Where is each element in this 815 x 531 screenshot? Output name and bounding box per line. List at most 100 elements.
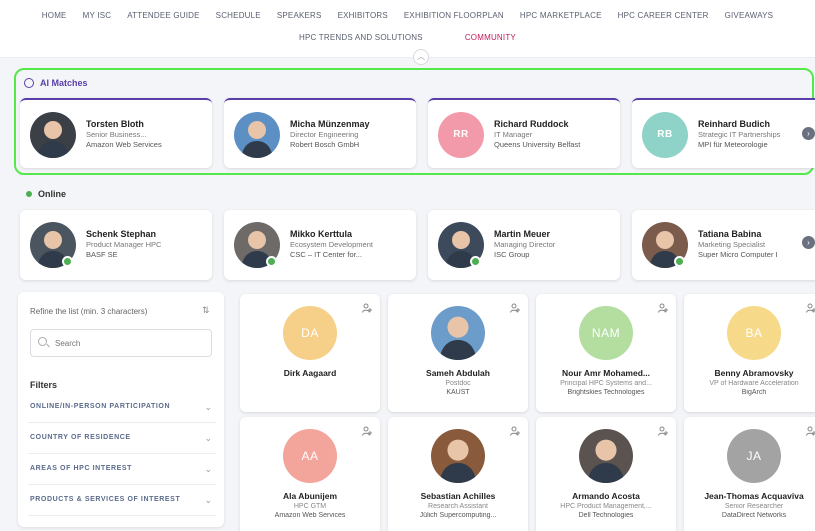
chevron-down-icon: ⌄ <box>204 402 212 412</box>
attendee-role: HPC GTM <box>293 503 327 510</box>
refine-label: Refine the list (min. 3 characters) <box>30 307 148 316</box>
person-role: Strategic IT Partnerships <box>698 130 781 139</box>
person-role: Director Engineering <box>290 130 359 139</box>
collapse-nav-button[interactable]: ︿ <box>413 49 429 65</box>
person-card[interactable]: Martin Meuer Managing Director ISC Group <box>428 210 620 280</box>
person-name: Martin Meuer <box>494 229 551 239</box>
avatar: RB <box>642 112 688 158</box>
avatar: NAM <box>579 306 633 360</box>
nav-item[interactable]: HPC MARKETPLACE <box>512 8 610 24</box>
filter-row[interactable]: AREAS OF HPC INTEREST ⌄ <box>28 455 216 485</box>
person-name: Micha Münzenmay <box>290 119 370 129</box>
nav-item[interactable]: Home <box>34 8 75 24</box>
nav-item[interactable]: HPC CAREER CENTER <box>610 8 717 24</box>
person-organization: CSC – IT Center for... <box>290 250 362 259</box>
person-card[interactable]: Micha Münzenmay Director Engineering Rober… <box>224 98 416 168</box>
filter-panel: Refine the list (min. 3 characters) ⇅ Fi… <box>18 292 224 527</box>
attendee-name: Sebastian Achilles <box>420 491 496 501</box>
nav-item[interactable]: GIVEAWAYS <box>717 8 782 24</box>
attendee-role: Postdoc <box>445 380 471 387</box>
filter-label: COUNTRY OF RESIDENCE <box>30 434 131 441</box>
attendee-role: HPC Product Management,... <box>560 503 652 510</box>
nav-item[interactable]: ATTENDEE GUIDE <box>119 8 207 24</box>
person-role: Ecosystem Development <box>290 240 373 249</box>
attendee-name: Benny Abramovsky <box>714 368 794 378</box>
person-name: Torsten Bloth <box>86 119 144 129</box>
person-role: Product Manager HPC <box>86 240 162 249</box>
person-organization: Queens University Belfast <box>494 140 581 149</box>
top-navigation: Home MY ISC ATTENDEE GUIDE SCHEDULE SPEAKERS… <box>0 0 815 65</box>
filters-heading: Filters <box>30 380 58 390</box>
person-card[interactable]: Tatiana Babina Marketing Specialist Super … <box>632 210 815 280</box>
attendee-name: Armando Acosta <box>572 491 640 501</box>
person-role: Managing Director <box>494 240 556 249</box>
connect-user-icon[interactable] <box>806 300 815 313</box>
person-card[interactable]: RB Reinhard Budich Strategic IT Partnershi… <box>632 98 815 168</box>
avatar <box>30 112 76 158</box>
nav-item[interactable]: EXHIBITORS <box>330 8 396 24</box>
person-organization: BASF SE <box>86 250 118 259</box>
person-card[interactable]: Torsten Bloth Senior Business... Amazon We… <box>20 98 212 168</box>
attendee-card[interactable]: AA Ala Abunijem HPC GTM Amazon Web Services <box>240 417 380 531</box>
nav-item[interactable]: EXHIBITION FLOORPLAN <box>396 8 512 24</box>
online-status-icon <box>674 256 685 267</box>
attendee-name: Jean-Thomas Acquaviva <box>704 491 804 501</box>
person-name: Mikko Kerttula <box>290 229 353 239</box>
connect-user-icon[interactable] <box>362 300 372 313</box>
nav-row-primary: Home MY ISC ATTENDEE GUIDE SCHEDULE SPEAKERS… <box>0 8 815 24</box>
nav-row-secondary: HPC TRENDS AND SOLUTIONS COMMUNITY <box>0 30 815 46</box>
attendee-card[interactable]: Armando Acosta HPC Product Management,...… <box>536 417 676 531</box>
attendee-organization: Amazon Web Services <box>274 512 346 519</box>
person-card[interactable]: RR Richard Ruddock IT Manager Queens Univer… <box>428 98 620 168</box>
sort-icon[interactable]: ⇅ <box>202 305 210 316</box>
online-dot-icon <box>26 191 32 197</box>
attendee-card[interactable]: BA Benny Abramovsky VP of Hardware Acceler… <box>684 294 815 412</box>
attendee-name: Sameh Abdulah <box>426 368 490 378</box>
connect-user-icon[interactable] <box>362 423 372 436</box>
search-input[interactable] <box>30 329 212 357</box>
nav-item[interactable]: MY ISC <box>75 8 120 24</box>
online-status-icon <box>62 256 73 267</box>
nav-item[interactable]: HPC TRENDS AND SOLUTIONS <box>291 30 431 46</box>
online-status-icon <box>470 256 481 267</box>
ai-matches-title: AI Matches <box>24 78 88 88</box>
chevron-down-icon: ⌄ <box>204 464 212 474</box>
connect-user-icon[interactable] <box>510 300 520 313</box>
avatar <box>431 429 485 483</box>
nav-item[interactable]: SCHEDULE <box>208 8 269 24</box>
online-status-icon <box>266 256 277 267</box>
filter-label: AREAS OF HPC INTEREST <box>30 465 133 472</box>
chevron-down-icon: ⌄ <box>204 495 212 505</box>
attendee-card[interactable]: Sameh Abdulah Postdoc KAUST <box>388 294 528 412</box>
connect-user-icon[interactable] <box>658 300 668 313</box>
scroll-right-icon[interactable]: › <box>802 127 815 140</box>
attendee-role: VP of Hardware Acceleration <box>709 380 799 387</box>
person-role: IT Manager <box>494 130 533 139</box>
person-card[interactable]: Schenk Stephan Product Manager HPC BASF SE <box>20 210 212 280</box>
nav-item[interactable]: COMMUNITY <box>457 30 524 46</box>
scroll-right-icon[interactable]: › <box>802 236 815 249</box>
filter-label: PRODUCTS & SERVICES OF INTEREST <box>30 496 181 503</box>
attendee-card[interactable]: Sebastian Achilles Research Assistant Jüli… <box>388 417 528 531</box>
person-organization: Amazon Web Services <box>86 140 162 149</box>
search-icon <box>38 337 47 346</box>
person-name: Richard Ruddock <box>494 119 569 129</box>
person-organization: ISC Group <box>494 250 530 259</box>
attendee-card[interactable]: NAM Nour Amr Mohamed... Principal HPC Syst… <box>536 294 676 412</box>
nav-item[interactable]: SPEAKERS <box>269 8 330 24</box>
avatar <box>579 429 633 483</box>
filter-row[interactable]: PRODUCTS & SERVICES OF INTEREST ⌄ <box>28 486 216 516</box>
connect-user-icon[interactable] <box>806 423 815 436</box>
filter-row[interactable]: COUNTRY OF RESIDENCE ⌄ <box>28 424 216 454</box>
connect-user-icon[interactable] <box>658 423 668 436</box>
avatar <box>431 306 485 360</box>
avatar: BA <box>727 306 781 360</box>
attendee-card[interactable]: JA Jean-Thomas Acquaviva Senior Researcher… <box>684 417 815 531</box>
ai-sparkle-icon <box>24 78 34 88</box>
person-card[interactable]: Mikko Kerttula Ecosystem Development CSC –… <box>224 210 416 280</box>
attendee-organization: Jülich Supercomputing... <box>419 512 497 519</box>
connect-user-icon[interactable] <box>510 423 520 436</box>
filter-row[interactable]: ONLINE/IN-PERSON PARTICIPATION ⌄ <box>28 393 216 423</box>
online-title: Online <box>26 189 66 199</box>
attendee-card[interactable]: DA Dirk Aagaard <box>240 294 380 412</box>
